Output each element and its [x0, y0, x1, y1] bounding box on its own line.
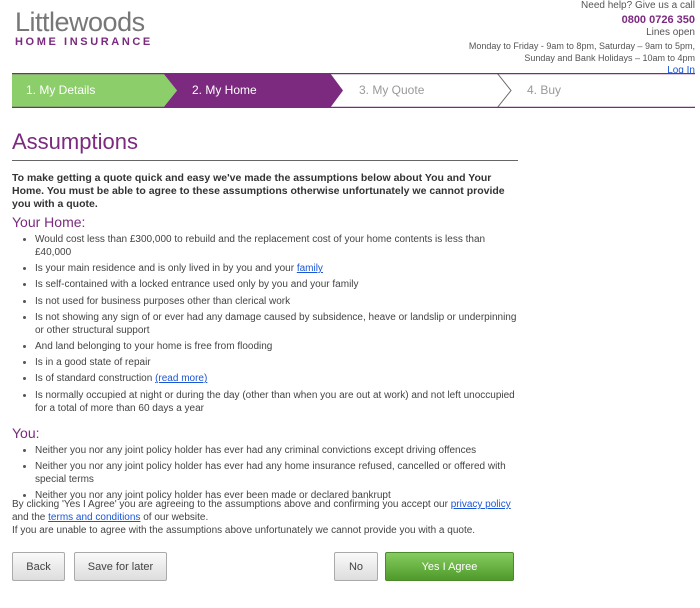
you-assumptions-list: Neither you nor any joint policy holder …: [22, 444, 520, 502]
list-item: Is in a good state of repair: [22, 356, 520, 369]
steps-graphic: [12, 73, 695, 108]
list-item: Neither you nor any joint policy holder …: [22, 444, 520, 457]
save-for-later-button[interactable]: Save for later: [74, 552, 167, 581]
privacy-policy-link[interactable]: privacy policy: [451, 499, 511, 510]
list-item: Is not showing any sign of or ever had a…: [22, 311, 520, 337]
list-item: Would cost less than £300,000 to rebuild…: [22, 233, 520, 259]
logo-subtitle: HOME INSURANCE: [15, 36, 153, 48]
logo[interactable]: Littlewoods HOME INSURANCE: [15, 8, 153, 48]
list-item: Is normally occupied at night or during …: [22, 389, 520, 415]
step-buy: 4. Buy: [527, 83, 562, 97]
list-item: Is your main residence and is only lived…: [22, 262, 520, 275]
phone-number: 0800 0726 350: [621, 13, 695, 26]
step-my-details[interactable]: 1. My Details: [26, 83, 95, 97]
family-link[interactable]: family: [297, 263, 323, 274]
unable-text: If you are unable to agree with the assu…: [12, 525, 476, 536]
title-divider: [12, 160, 518, 161]
read-more-link[interactable]: (read more): [155, 373, 207, 384]
step-my-quote: 3. My Quote: [359, 83, 425, 97]
step-my-home: 2. My Home: [192, 83, 257, 97]
yes-i-agree-button[interactable]: Yes I Agree: [385, 552, 514, 581]
no-button[interactable]: No: [334, 552, 378, 581]
agreement-text: By clicking 'Yes I Agree' you are agreei…: [12, 498, 522, 537]
list-item: Is self-contained with a locked entrance…: [22, 278, 520, 291]
your-home-heading: Your Home:: [12, 214, 86, 230]
page-title: Assumptions: [12, 129, 138, 154]
list-item: Is not used for business purposes other …: [22, 295, 520, 308]
intro-text: To make getting a quote quick and easy w…: [12, 172, 505, 210]
hours-weekday: Monday to Friday - 9am to 8pm, Saturday …: [468, 40, 695, 51]
assumptions-content: To make getting a quote quick and easy w…: [12, 172, 520, 505]
help-text: Need help? Give us a call: [581, 0, 695, 11]
lines-open: Lines open: [646, 27, 695, 38]
progress-steps: 1. My Details 2. My Home 3. My Quote 4. …: [12, 73, 695, 108]
list-item: And land belonging to your home is free …: [22, 340, 520, 353]
home-assumptions-list: Would cost less than £300,000 to rebuild…: [22, 233, 520, 415]
hours-weekend: Sunday and Bank Holidays – 10am to 4pm: [524, 53, 695, 63]
list-item: Is of standard construction (read more): [22, 372, 520, 385]
help-panel: Need help? Give us a call 0800 0726 350 …: [469, 0, 695, 77]
logo-brand: Littlewoods: [15, 7, 145, 37]
terms-link[interactable]: terms and conditions: [48, 512, 140, 523]
you-heading: You:: [12, 424, 40, 441]
back-button[interactable]: Back: [12, 552, 65, 581]
list-item: Neither you nor any joint policy holder …: [22, 460, 520, 486]
